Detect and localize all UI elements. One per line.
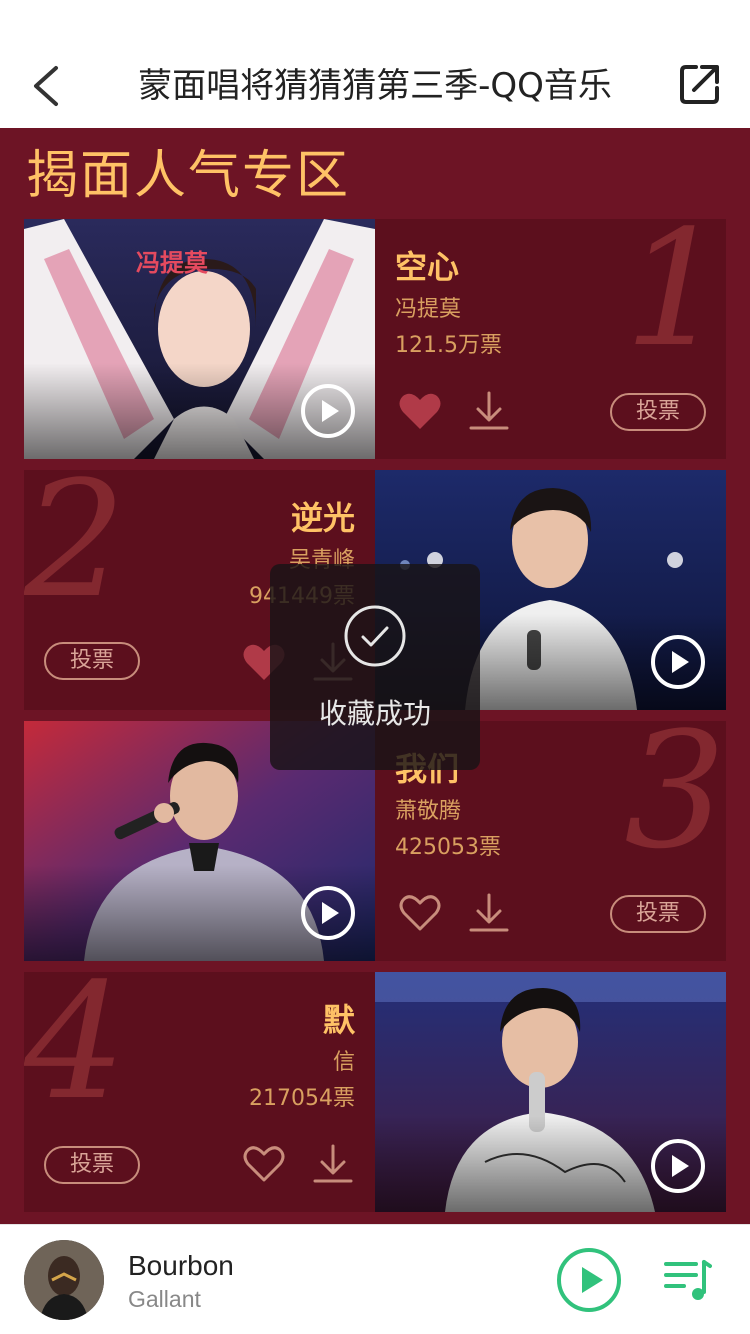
content-area: 揭面人气专区 冯提莫 xyxy=(0,128,750,1224)
rank-number: 3 xyxy=(624,721,726,884)
ranking-card-4[interactable]: 4 默 信 217054票 投票 xyxy=(24,972,726,1212)
section-title: 揭面人气专区 xyxy=(26,146,351,206)
heart-outline-icon[interactable] xyxy=(398,893,442,933)
singer-photo[interactable]: 冯提莫 xyxy=(24,219,375,459)
nav-bar: 蒙面唱将猜猜猜第三季-QQ音乐 xyxy=(0,0,750,128)
vote-button[interactable]: 投票 xyxy=(610,393,706,431)
heart-filled-icon[interactable] xyxy=(398,391,442,431)
vote-button[interactable]: 投票 xyxy=(44,1146,140,1184)
play-circle-icon[interactable] xyxy=(300,383,356,439)
rank-number: 2 xyxy=(24,470,126,633)
ranking-card-1[interactable]: 冯提莫 1 空心 冯提莫 121.5万票 投票 xyxy=(24,219,726,459)
download-icon[interactable] xyxy=(468,893,510,933)
check-circle-icon xyxy=(344,605,406,667)
page-title: 蒙面唱将猜猜猜第三季-QQ音乐 xyxy=(138,66,612,106)
play-icon[interactable] xyxy=(556,1247,622,1313)
album-cover[interactable] xyxy=(24,1240,104,1320)
song-title: 空心 xyxy=(395,248,460,286)
play-circle-icon[interactable] xyxy=(300,885,356,941)
playlist-icon[interactable] xyxy=(664,1258,712,1302)
rank-number: 4 xyxy=(24,972,126,1135)
play-circle-icon[interactable] xyxy=(650,1138,706,1194)
mini-player[interactable]: Bourbon Gallant xyxy=(0,1224,750,1334)
share-external-icon[interactable] xyxy=(678,62,722,106)
success-toast: 收藏成功 xyxy=(270,564,480,770)
card-info: 4 默 信 217054票 投票 xyxy=(24,972,375,1212)
now-playing-title: Bourbon xyxy=(128,1250,234,1281)
download-icon[interactable] xyxy=(312,1144,354,1184)
vote-count: 121.5万票 xyxy=(395,333,502,358)
song-title: 默 xyxy=(322,1001,355,1039)
play-circle-icon[interactable] xyxy=(650,634,706,690)
vote-count: 425053票 xyxy=(395,835,501,860)
vote-button[interactable]: 投票 xyxy=(610,895,706,933)
heart-outline-icon[interactable] xyxy=(242,1144,286,1184)
vote-button[interactable]: 投票 xyxy=(44,642,140,680)
rank-number: 1 xyxy=(624,219,726,382)
now-playing-artist: Gallant xyxy=(128,1286,201,1312)
card-info: 1 空心 冯提莫 121.5万票 投票 xyxy=(375,219,726,459)
download-icon[interactable] xyxy=(468,391,510,431)
artist-name: 冯提莫 xyxy=(395,297,462,322)
singer-photo[interactable] xyxy=(375,972,726,1212)
chevron-left-icon[interactable] xyxy=(28,62,68,110)
toast-message: 收藏成功 xyxy=(318,697,431,730)
song-title: 逆光 xyxy=(290,499,355,537)
artist-name: 信 xyxy=(332,1050,355,1075)
vote-count: 217054票 xyxy=(249,1086,355,1111)
artist-name: 萧敬腾 xyxy=(395,799,462,824)
